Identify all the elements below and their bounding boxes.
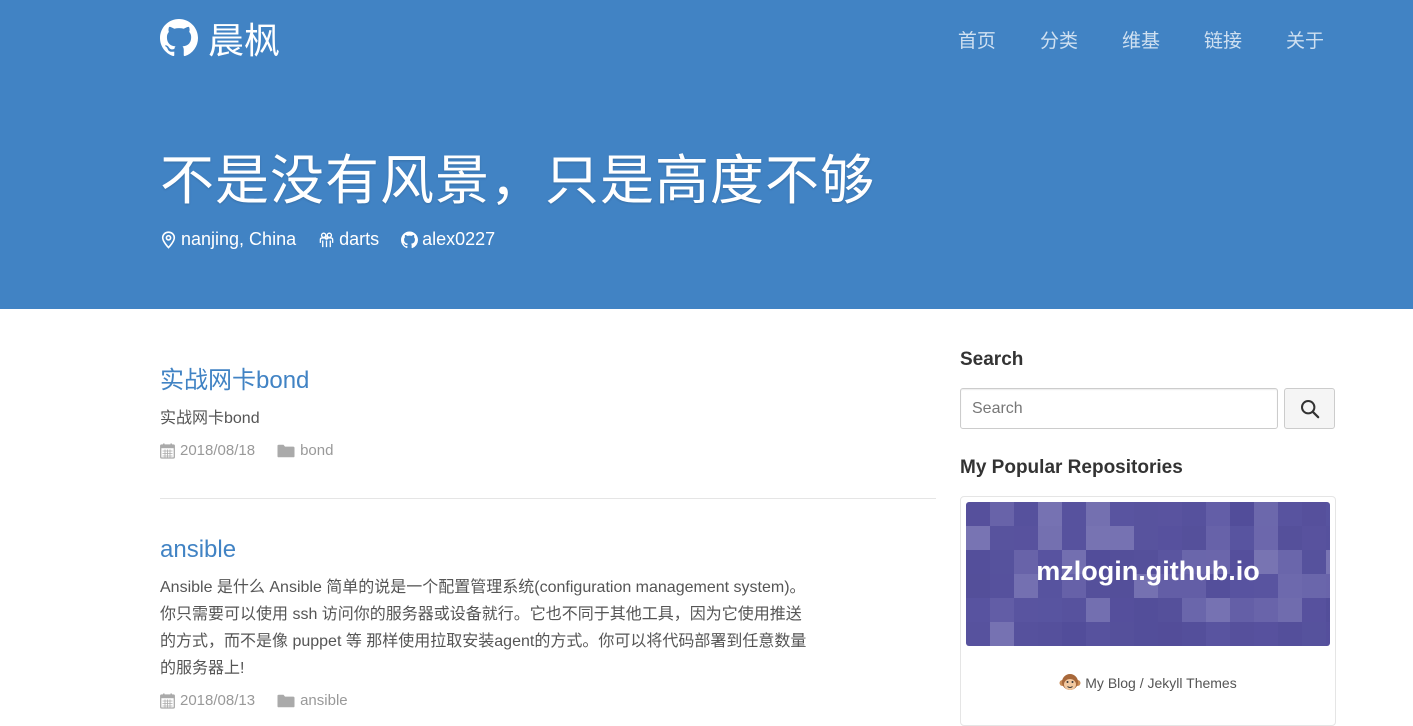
post-category: ansible [277,692,348,709]
site-header: 晨枫 首页 分类 维基 链接 关于 不是没有风景，只是高度不够 nanjing,… [0,0,1413,309]
post-title-link[interactable]: 实战网卡bond [160,367,309,394]
post-meta: 2018/08/18 bond [160,442,936,459]
github-link[interactable]: alex0227 [422,229,495,250]
post-title: ansible [160,536,936,564]
site-brand-name: 晨枫 [208,20,281,61]
repo-description: My Blog / Jekyll Themes [966,672,1330,694]
post-item: ansible Ansible 是什么 Ansible 简单的说是一个配置管理系… [160,536,936,709]
search-icon [1300,399,1319,418]
github-icon [160,19,198,57]
nav-item-about[interactable]: 关于 [1286,26,1324,53]
nav-item-wiki[interactable]: 维基 [1122,26,1160,53]
search-heading: Search [960,349,1024,370]
org-link[interactable]: darts [339,229,379,250]
search-input[interactable] [960,388,1279,429]
post-date: 2018/08/13 [160,692,255,709]
nav-item-home[interactable]: 首页 [958,26,996,53]
organization-icon [319,232,334,247]
search-form [960,388,1335,429]
post-list: 实战网卡bond 实战网卡bond 2018/08/18 bond ansibl… [160,360,936,709]
location-info: nanjing, China [160,229,296,250]
github-info: alex0227 [401,229,495,250]
folder-icon [277,444,295,457]
post-excerpt: 实战网卡bond [160,410,260,427]
map-marker-icon [161,230,176,249]
post-divider [160,498,936,499]
location-text: nanjing, China [181,229,297,249]
main-nav: 首页 分类 维基 链接 关于 [958,26,1324,53]
folder-icon [277,694,295,707]
calendar-icon [160,693,175,709]
post-category-link[interactable]: bond [300,442,333,459]
post-date-text: 2018/08/13 [180,692,256,709]
repo-banner: mzlogin.github.io [966,502,1330,646]
nav-item-categories[interactable]: 分类 [1040,26,1078,53]
post-meta: 2018/08/13 ansible [160,692,936,709]
nav-item-links[interactable]: 链接 [1204,26,1242,53]
repo-description-text: My Blog / Jekyll Themes [1085,675,1237,691]
sidebar: Search My Popular Repositories mzlogin.g… [960,349,1336,726]
post-category-link[interactable]: ansible [300,692,348,709]
hero-title: 不是没有风景，只是高度不够 [160,151,875,211]
post-date: 2018/08/18 [160,442,255,459]
monkey-icon [1059,674,1081,690]
repo-card[interactable]: mzlogin.github.io My Blog / Jekyll Theme… [960,496,1336,726]
post-excerpt: Ansible 是什么 Ansible 简单的说是一个配置管理系统(config… [160,579,807,677]
post-item: 实战网卡bond 实战网卡bond 2018/08/18 bond [160,360,936,459]
post-category: bond [277,442,333,459]
post-date-text: 2018/08/18 [180,442,256,459]
github-icon [401,231,419,248]
site-brand[interactable]: 晨枫 [160,12,280,64]
repo-name: mzlogin.github.io [1036,556,1260,586]
search-button[interactable] [1284,388,1335,429]
repos-heading: My Popular Repositories [960,457,1183,478]
hero-meta: nanjing, China darts alex0227 [160,229,495,250]
calendar-icon [160,443,175,459]
post-title-link[interactable]: ansible [160,536,236,563]
post-title: 实战网卡bond [160,360,936,395]
org-info: darts [318,229,379,250]
